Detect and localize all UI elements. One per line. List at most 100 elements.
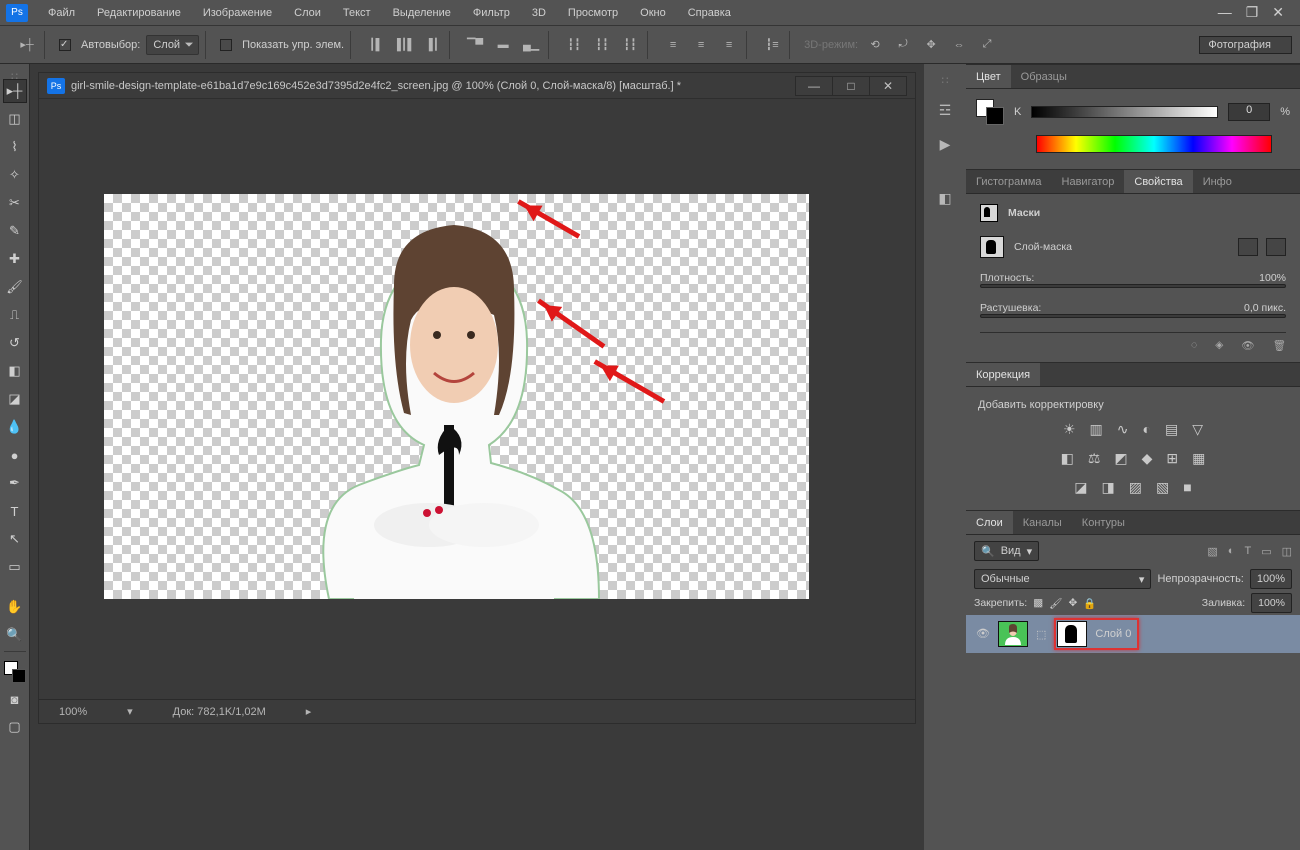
adj-curves-icon[interactable]: ∿: [1117, 421, 1129, 438]
doc-minimize-button[interactable]: —: [795, 76, 833, 96]
tab-color[interactable]: Цвет: [966, 65, 1011, 88]
autoselect-target-select[interactable]: Слой: [146, 35, 199, 55]
layer-link-icon[interactable]: ⬚: [1036, 628, 1046, 641]
distribute-v3-icon[interactable]: ≡: [718, 34, 740, 56]
app-restore-icon[interactable]: ❐: [1246, 4, 1259, 21]
type-tool[interactable]: T: [3, 499, 27, 523]
tab-swatches[interactable]: Образцы: [1011, 65, 1077, 88]
magic-wand-tool[interactable]: ✧: [3, 163, 27, 187]
tab-info[interactable]: Инфо: [1193, 170, 1242, 193]
align-vcenter-icon[interactable]: ▬: [492, 34, 514, 56]
mask-apply-icon[interactable]: ◈: [1215, 339, 1223, 352]
3d-pan-icon[interactable]: ✥: [920, 34, 942, 56]
align-right-icon[interactable]: ▐┃: [421, 34, 443, 56]
marquee-tool[interactable]: ◫: [3, 107, 27, 131]
autoselect-checkbox[interactable]: [59, 39, 71, 51]
workspace-select[interactable]: Фотография: [1199, 36, 1292, 54]
mask-toggle-icon[interactable]: 👁: [1241, 339, 1254, 352]
layer-row[interactable]: 👁 ⬚ Слой 0: [966, 615, 1300, 653]
menu-layers[interactable]: Слои: [284, 3, 331, 23]
adj-gradient-map-icon[interactable]: ▨: [1129, 479, 1142, 496]
lock-transparent-icon[interactable]: ▩: [1033, 597, 1043, 609]
adj-threshold-icon[interactable]: ◨: [1102, 479, 1115, 496]
adj-selective-icon[interactable]: ▧: [1156, 479, 1169, 496]
history-panel-icon[interactable]: ☲: [933, 99, 957, 121]
adj-solid-icon[interactable]: ■: [1183, 479, 1191, 496]
zoom-level[interactable]: 100%: [59, 706, 87, 718]
align-hcenter-icon[interactable]: ▐┃▌: [393, 34, 415, 56]
show-transform-checkbox[interactable]: [220, 39, 232, 51]
fg-bg-swatch[interactable]: [4, 661, 26, 683]
filter-shape-icon[interactable]: ▭: [1261, 545, 1271, 558]
mask-pixel-button[interactable]: [1238, 238, 1258, 256]
healing-brush-tool[interactable]: ✚: [3, 247, 27, 271]
3d-orbit-icon[interactable]: ⟲: [864, 34, 886, 56]
zoom-tool[interactable]: 🔍: [3, 623, 27, 647]
align-top-icon[interactable]: ▔▀: [464, 34, 486, 56]
move-tool[interactable]: ▸┼: [3, 79, 27, 103]
adj-photo-filter-icon[interactable]: ◩: [1114, 450, 1127, 467]
history-brush-tool[interactable]: ↺: [3, 331, 27, 355]
adj-levels-icon[interactable]: ▥: [1090, 421, 1103, 438]
path-selection-tool[interactable]: ↖: [3, 527, 27, 551]
quick-mask-tool[interactable]: ◙: [3, 687, 27, 711]
lock-pixels-icon[interactable]: 🖌: [1049, 597, 1062, 610]
adj-posterize-icon[interactable]: ▦: [1192, 450, 1205, 467]
tab-histogram[interactable]: Гистограмма: [966, 170, 1052, 193]
menu-type[interactable]: Текст: [333, 3, 381, 23]
align-bottom-icon[interactable]: ▄▁: [520, 34, 542, 56]
layer-name[interactable]: Слой 0: [1095, 628, 1131, 640]
auto-align-icon[interactable]: ┇≡: [761, 34, 783, 56]
menu-view[interactable]: Просмотр: [558, 3, 628, 23]
eraser-tool[interactable]: ◧: [3, 359, 27, 383]
status-popup-icon[interactable]: ▾: [127, 705, 133, 718]
fgbg-swatch-icon[interactable]: [976, 99, 1004, 125]
3d-scale-icon[interactable]: ⤢: [976, 34, 998, 56]
screen-mode-tool[interactable]: ▢: [3, 715, 27, 739]
eyedropper-tool[interactable]: ✎: [3, 219, 27, 243]
status-play-icon[interactable]: ▸: [306, 705, 312, 718]
3d-slide-icon[interactable]: ⇔: [948, 34, 970, 56]
menu-select[interactable]: Выделение: [383, 3, 461, 23]
lasso-tool[interactable]: ⌇: [3, 135, 27, 159]
app-close-icon[interactable]: ✕: [1272, 4, 1284, 21]
blur-tool[interactable]: 💧: [3, 415, 27, 439]
menu-window[interactable]: Окно: [630, 3, 676, 23]
doc-close-button[interactable]: ✕: [869, 76, 907, 96]
adj-hue-icon[interactable]: ▽: [1192, 421, 1203, 438]
menu-edit[interactable]: Редактирование: [87, 3, 191, 23]
mask-pixel-icon[interactable]: [980, 204, 998, 222]
distribute-h2-icon[interactable]: ┇┇: [591, 34, 613, 56]
blend-mode-select[interactable]: Обычные▾: [974, 569, 1151, 589]
menu-file[interactable]: Файл: [38, 3, 85, 23]
distribute-v2-icon[interactable]: ≡: [690, 34, 712, 56]
hand-tool[interactable]: ✋: [3, 595, 27, 619]
adj-brightness-icon[interactable]: ☀: [1063, 421, 1076, 438]
adj-vibrance-icon[interactable]: ▤: [1165, 421, 1178, 438]
tab-layers[interactable]: Слои: [966, 511, 1013, 534]
tab-properties[interactable]: Свойства: [1124, 170, 1192, 193]
filter-adjust-icon[interactable]: ◐: [1228, 545, 1235, 558]
adj-balance-icon[interactable]: ⚖: [1088, 450, 1101, 467]
menu-help[interactable]: Справка: [678, 3, 741, 23]
shape-tool[interactable]: ▭: [3, 555, 27, 579]
mask-delete-icon[interactable]: 🗑: [1273, 339, 1286, 352]
gradient-tool[interactable]: ◪: [3, 387, 27, 411]
menu-3d[interactable]: 3D: [522, 3, 556, 23]
layer-mask-thumbnail[interactable]: [1057, 621, 1087, 647]
mask-thumb[interactable]: [980, 236, 1004, 258]
tab-channels[interactable]: Каналы: [1013, 511, 1072, 534]
app-minimize-icon[interactable]: —: [1218, 4, 1232, 21]
mask-vector-button[interactable]: [1266, 238, 1286, 256]
pen-tool[interactable]: ✒: [3, 471, 27, 495]
tab-navigator[interactable]: Навигатор: [1052, 170, 1125, 193]
lock-position-icon[interactable]: ✥: [1068, 597, 1077, 609]
doc-restore-button[interactable]: □: [832, 76, 870, 96]
tab-adjustments[interactable]: Коррекция: [966, 363, 1040, 386]
dodge-tool[interactable]: ●: [3, 443, 27, 467]
align-left-icon[interactable]: ┃▌: [365, 34, 387, 56]
k-slider[interactable]: [1031, 106, 1218, 118]
layer-kind-filter[interactable]: 🔍 Вид ▾: [974, 541, 1039, 561]
3d-roll-icon[interactable]: ⤾: [892, 34, 914, 56]
filter-type-icon[interactable]: T: [1244, 545, 1251, 558]
